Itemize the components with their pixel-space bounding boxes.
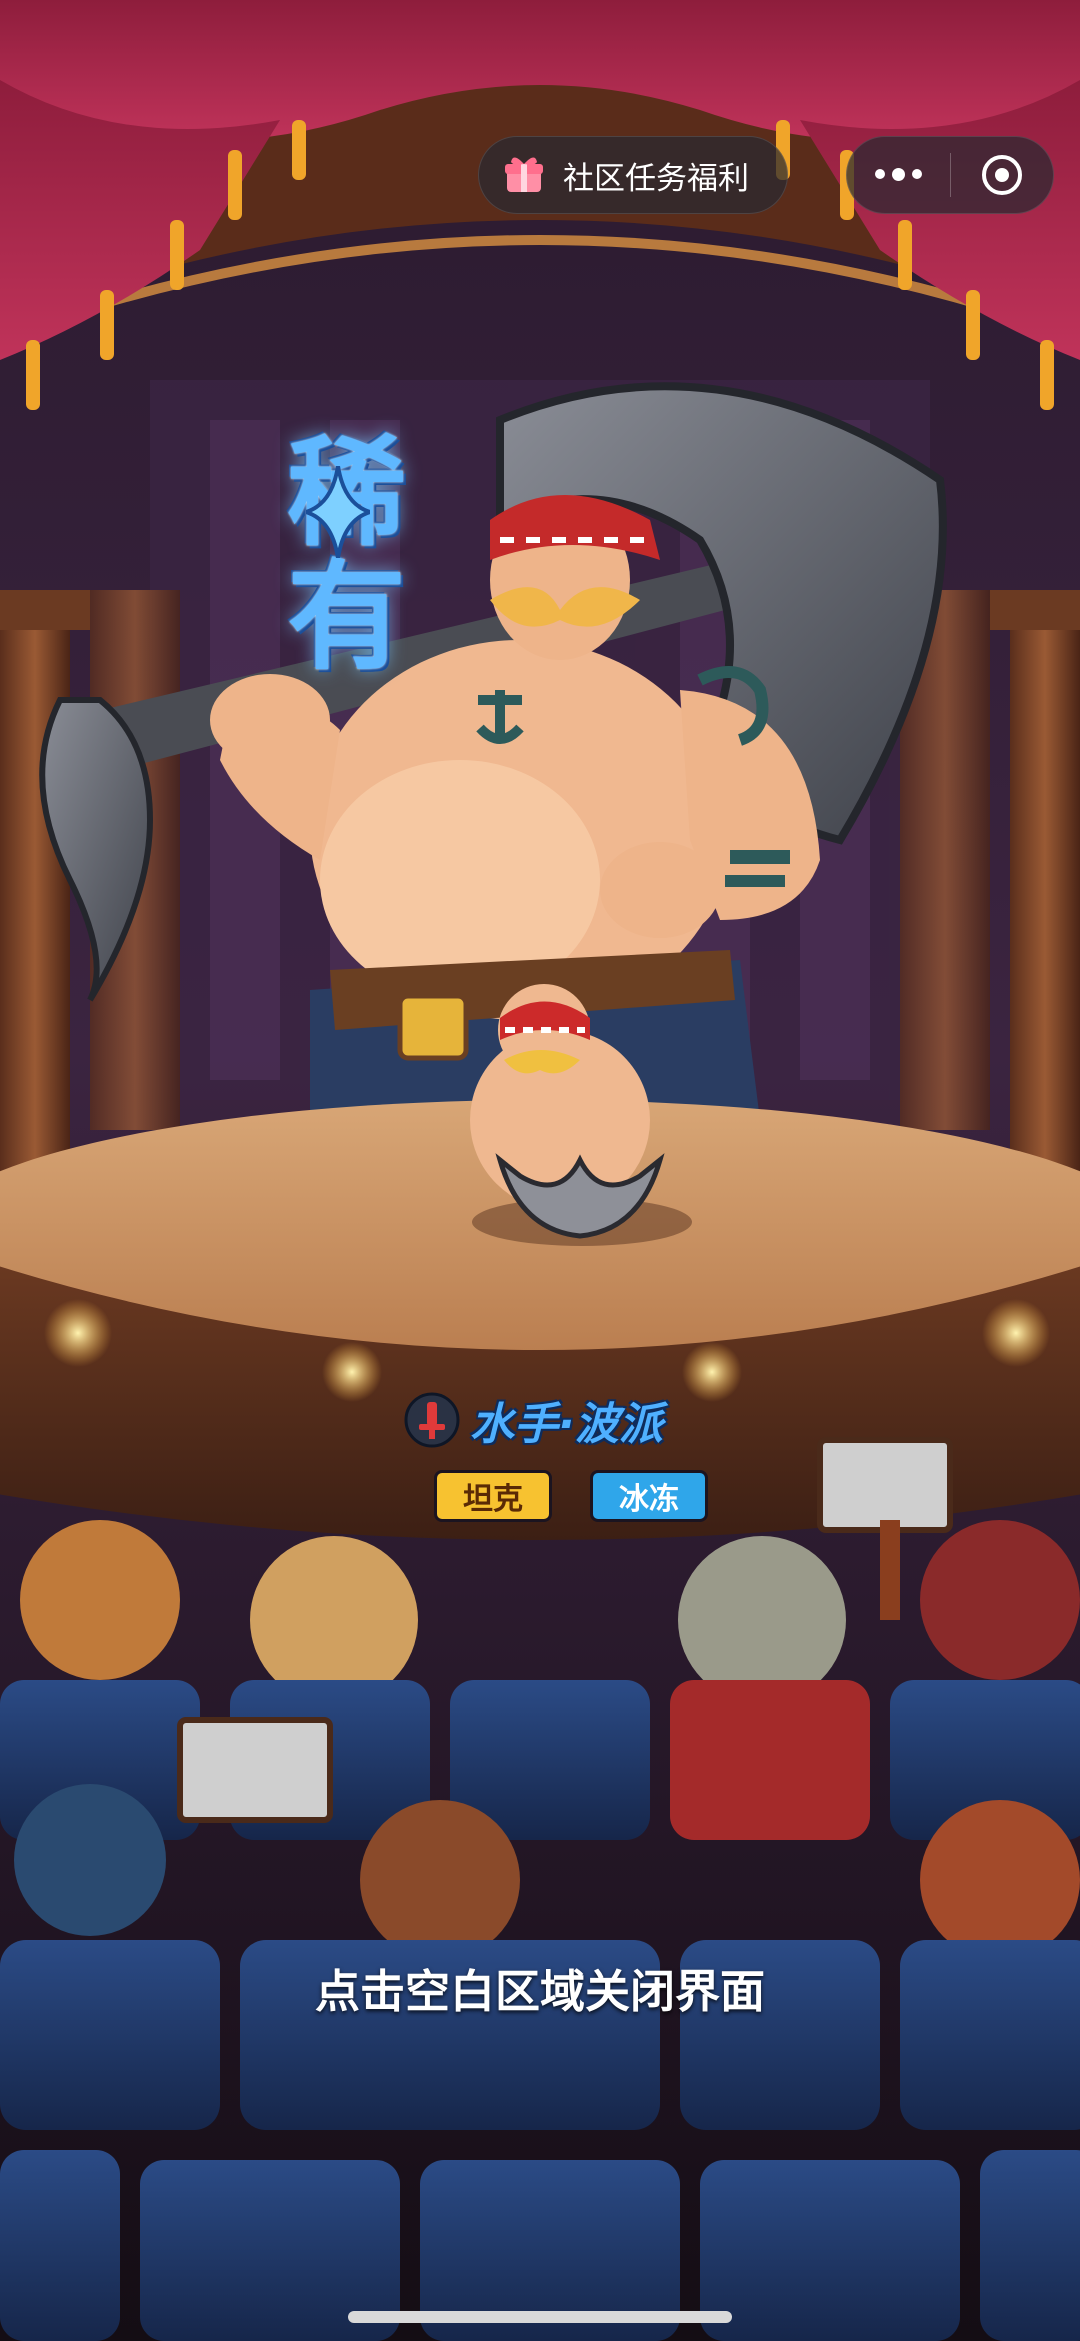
right-pillars — [900, 590, 1080, 1210]
more-button[interactable] — [847, 137, 950, 213]
red-sword-emblem-icon — [404, 1392, 460, 1448]
home-indicator[interactable] — [348, 2311, 732, 2323]
community-task-label: 社区任务福利 — [563, 160, 749, 197]
mini-program-capsule — [846, 136, 1054, 214]
seat-row-1 — [0, 1680, 1080, 1840]
close-hint-text: 点击空白区域关闭界面 — [314, 1965, 765, 2018]
gift-icon — [505, 157, 543, 192]
hero-name: 水手·波派 — [470, 1399, 663, 1450]
sparkle-icon — [306, 466, 370, 558]
community-task-button[interactable]: 社区任务福利 — [478, 136, 788, 214]
hero-name-row: 水手·波派 — [404, 1388, 663, 1452]
element-tag-freeze: 冰冻 — [590, 1470, 708, 1522]
target-circle-icon — [981, 155, 1022, 195]
close-mini-program-button[interactable] — [951, 137, 1054, 213]
role-tag-tank: 坦克 — [434, 1470, 552, 1522]
more-dots-icon — [874, 167, 922, 181]
